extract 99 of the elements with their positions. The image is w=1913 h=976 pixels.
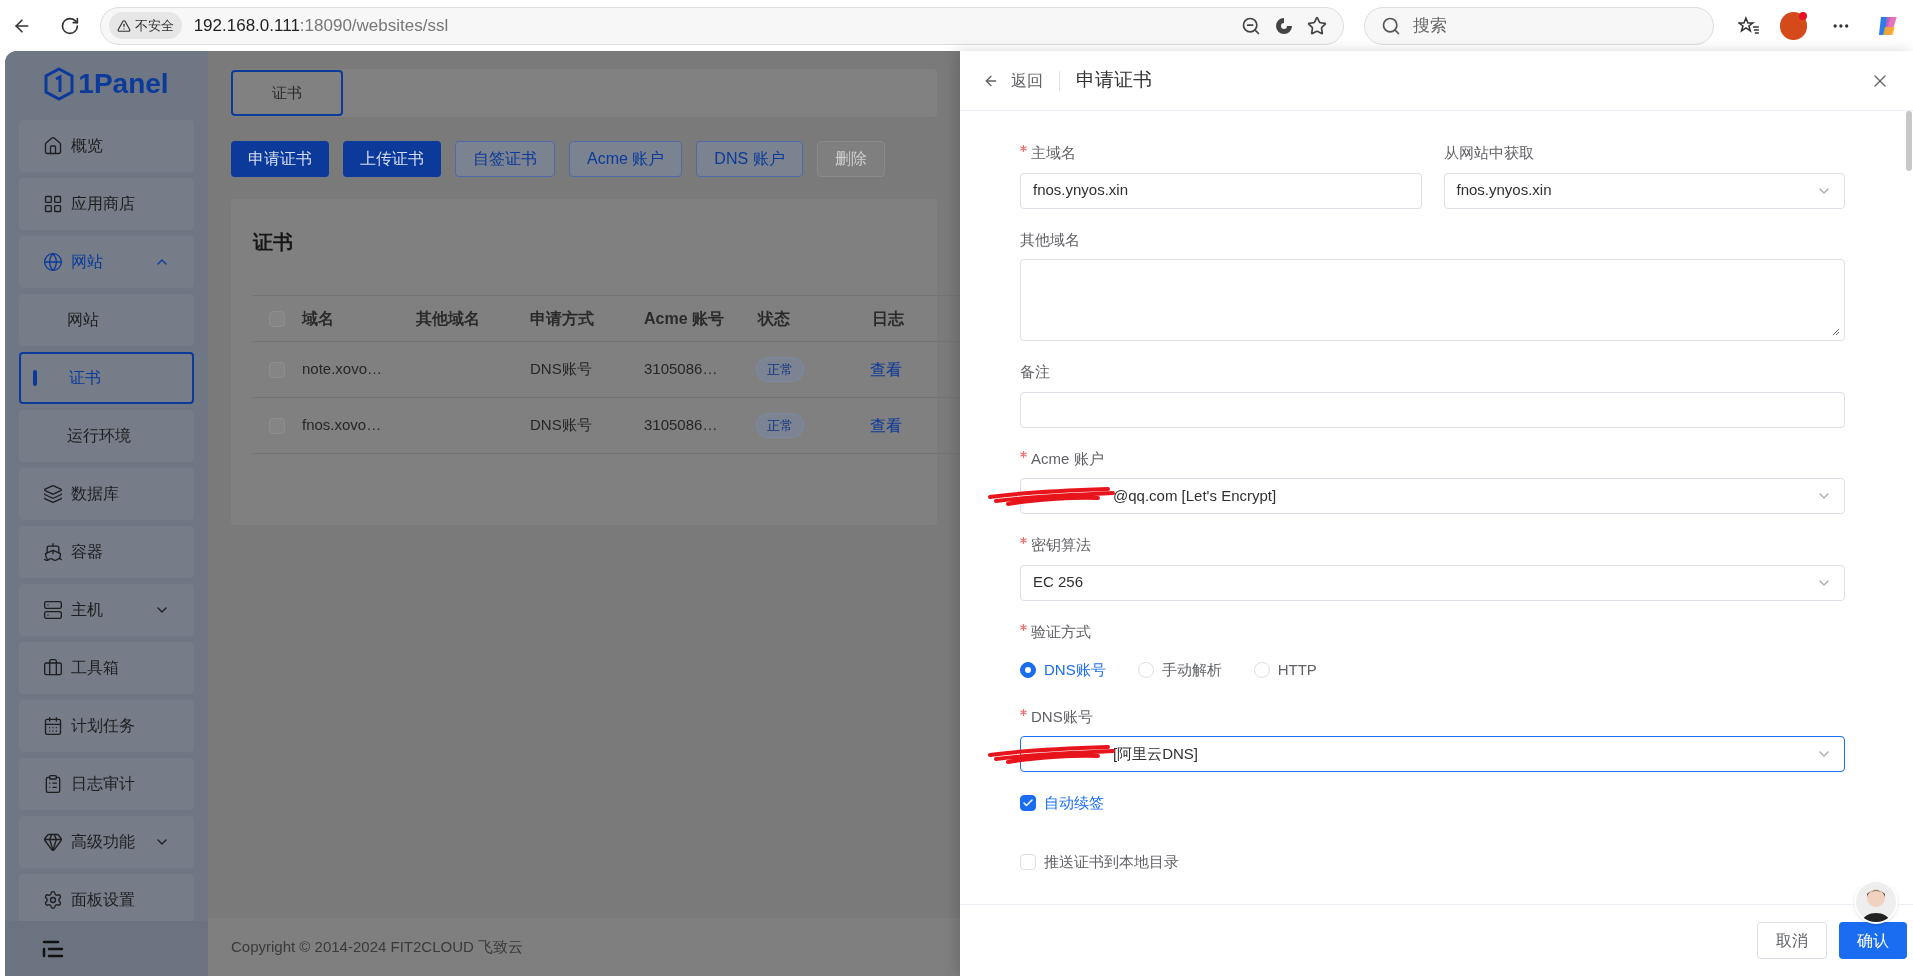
required-icon bbox=[1020, 708, 1027, 716]
required-icon bbox=[1020, 450, 1027, 458]
column-header: 状态 bbox=[756, 308, 791, 329]
favorites-icon[interactable] bbox=[1737, 14, 1760, 37]
sidebar-item[interactable]: 概览 bbox=[19, 120, 194, 172]
select-field[interactable]: fnos.ynyos.xin bbox=[1443, 172, 1845, 209]
sidebar-item[interactable]: 高级功能 bbox=[19, 816, 194, 868]
status-badge: 正常 bbox=[756, 357, 804, 383]
scrollbar[interactable] bbox=[1906, 111, 1912, 171]
field-value: fnos.ynyos.xin bbox=[1033, 180, 1129, 201]
field-value: fnos.ynyos.xin bbox=[1456, 180, 1552, 201]
toolbar-button[interactable]: 申请证书 bbox=[231, 141, 329, 177]
sidebar-subitem[interactable]: 网站 bbox=[19, 294, 194, 346]
view-log-link[interactable]: 查看 bbox=[870, 360, 902, 378]
required-icon bbox=[1020, 623, 1027, 631]
profile-avatar[interactable] bbox=[1779, 11, 1808, 40]
view-log-link[interactable]: 查看 bbox=[870, 416, 902, 434]
field-label: DNS账号 bbox=[1031, 706, 1093, 727]
table-cell-text: note.xovo… bbox=[301, 359, 384, 380]
sidebar-item[interactable]: 容器 bbox=[19, 526, 194, 578]
table-cell-text: 3105086… bbox=[643, 359, 719, 380]
zoom-out-icon[interactable] bbox=[1241, 15, 1262, 36]
grid-icon bbox=[43, 194, 63, 214]
layers-icon bbox=[43, 484, 63, 504]
table-cell-text: DNS账号 bbox=[529, 415, 593, 436]
field-value: [阿里云DNS] bbox=[1113, 743, 1198, 764]
briefcase-icon bbox=[43, 658, 63, 678]
select-field[interactable]: @qq.com [Let's Encrypt] bbox=[1020, 478, 1845, 514]
drawer-title: 申请证书 bbox=[1076, 68, 1152, 93]
back-link[interactable]: 返回 bbox=[1011, 68, 1043, 93]
input-field[interactable] bbox=[1020, 391, 1845, 428]
sidebar-item[interactable]: 数据库 bbox=[19, 468, 194, 520]
server-icon bbox=[43, 600, 63, 620]
resize-handle-icon bbox=[1832, 328, 1840, 336]
search-icon bbox=[1381, 15, 1402, 36]
assistant-avatar[interactable] bbox=[1854, 880, 1898, 924]
select-field[interactable]: [阿里云DNS] bbox=[1020, 736, 1845, 772]
field-label: 密钥算法 bbox=[1031, 535, 1091, 555]
field-value: EC 256 bbox=[1033, 572, 1084, 593]
checkbox[interactable] bbox=[1020, 795, 1036, 812]
gem-icon bbox=[43, 832, 63, 852]
confirm-button[interactable]: 确认 bbox=[1839, 922, 1907, 959]
radio-option[interactable]: HTTP bbox=[1253, 659, 1317, 682]
toolbar-button[interactable]: Acme 账户 bbox=[569, 141, 683, 177]
sidebar-item[interactable]: 面板设置 bbox=[19, 874, 194, 921]
ship-icon bbox=[43, 542, 63, 562]
sidebar-item[interactable]: 应用商店 bbox=[19, 178, 194, 230]
card-title: 证书 bbox=[253, 230, 294, 255]
sidebar-item[interactable]: 网站 bbox=[19, 236, 194, 288]
field-label: 备注 bbox=[1020, 362, 1050, 382]
search-field[interactable]: 搜索 bbox=[1364, 6, 1714, 45]
sidebar-item[interactable]: 工具箱 bbox=[19, 642, 194, 694]
column-header: Acme 账号 bbox=[643, 308, 726, 329]
checkbox-label: 自动续签 bbox=[1044, 793, 1104, 813]
star-icon[interactable] bbox=[1307, 15, 1328, 36]
security-badge[interactable]: 不安全 bbox=[108, 11, 182, 40]
calendar-icon bbox=[43, 716, 63, 736]
logo-icon bbox=[44, 66, 75, 101]
tab[interactable]: 证书 bbox=[231, 70, 343, 116]
textarea-field[interactable] bbox=[1020, 259, 1845, 341]
radio-option[interactable]: DNS账号 bbox=[1020, 659, 1106, 682]
address-bar[interactable]: 不安全 192.168.0.111:18090/websites/ssl bbox=[99, 6, 1345, 45]
field-label: 验证方式 bbox=[1031, 621, 1091, 642]
field-label: 主域名 bbox=[1031, 143, 1076, 163]
table-cell-text: DNS账号 bbox=[529, 359, 593, 380]
logo-text: 1Panel bbox=[78, 66, 169, 101]
column-header: 日志 bbox=[871, 308, 905, 329]
toolbar-button[interactable]: 自签证书 bbox=[455, 141, 555, 177]
toolbar-button[interactable]: 上传证书 bbox=[343, 141, 441, 177]
select-field[interactable]: EC 256 bbox=[1020, 564, 1845, 601]
radio-option[interactable]: 手动解析 bbox=[1137, 659, 1222, 682]
input-field[interactable]: fnos.ynyos.xin bbox=[1020, 172, 1422, 209]
cancel-button[interactable]: 取消 bbox=[1757, 922, 1827, 959]
sidebar-item[interactable]: 主机 bbox=[19, 584, 194, 636]
status-badge: 正常 bbox=[756, 413, 804, 439]
table-cell-text: 3105086… bbox=[643, 415, 719, 436]
sidebar-item[interactable]: 计划任务 bbox=[19, 700, 194, 752]
column-header: 域名 bbox=[300, 308, 335, 329]
home-icon bbox=[43, 136, 63, 156]
reload-icon[interactable] bbox=[59, 15, 80, 36]
field-label: Acme 账户 bbox=[1031, 448, 1104, 469]
sidebar-item[interactable]: 日志审计 bbox=[19, 758, 194, 810]
sidebar-subitem[interactable]: 运行环境 bbox=[19, 410, 194, 462]
checkbox-label: 推送证书到本地目录 bbox=[1044, 851, 1179, 872]
field-label: 其他域名 bbox=[1020, 229, 1080, 250]
list-icon bbox=[43, 774, 63, 794]
table-cell-text: fnos.xovo… bbox=[301, 415, 383, 436]
gear-icon bbox=[43, 890, 63, 910]
field-label: 从网站中获取 bbox=[1443, 143, 1534, 163]
url-text: 192.168.0.111:18090/websites/ssl bbox=[193, 14, 449, 37]
copyright-text: Copyright © 2014-2024 FIT2CLOUD 飞致云 bbox=[231, 936, 523, 957]
required-icon bbox=[1020, 537, 1027, 544]
required-icon bbox=[1020, 145, 1027, 152]
toolbar-button[interactable]: DNS 账户 bbox=[696, 141, 803, 177]
globe-icon bbox=[43, 252, 63, 272]
column-header: 其他域名 bbox=[415, 308, 481, 329]
column-header: 申请方式 bbox=[529, 308, 595, 329]
field-value: @qq.com [Let's Encrypt] bbox=[1113, 485, 1277, 506]
sidebar-subitem[interactable]: 证书 bbox=[19, 352, 194, 404]
